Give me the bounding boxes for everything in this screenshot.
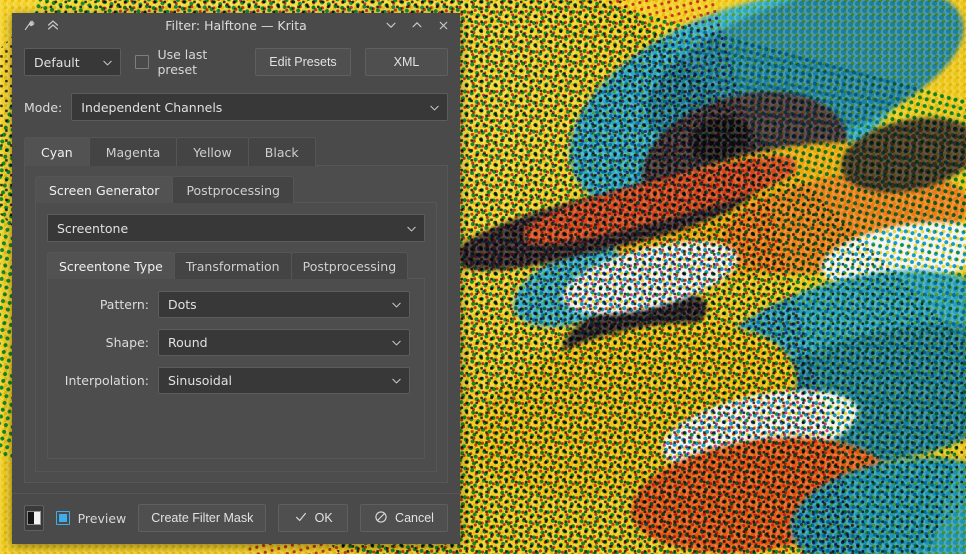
channel-tabs-container: Cyan Magenta Yellow Black Screen Generat… — [24, 137, 448, 483]
chevron-down-icon — [384, 374, 403, 387]
preview-checkbox[interactable]: Preview — [55, 510, 127, 526]
dialog-titlebar[interactable]: Filter: Halftone — Krita — [12, 13, 460, 37]
chevron-down-icon — [422, 101, 441, 114]
interpolation-select-value: Sinusoidal — [168, 373, 232, 388]
tab-magenta[interactable]: Magenta — [88, 137, 178, 166]
shape-select-value: Round — [168, 335, 208, 350]
close-icon[interactable] — [436, 18, 450, 32]
cancel-button-label: Cancel — [395, 511, 434, 525]
cancel-button[interactable]: Cancel — [360, 504, 448, 532]
shape-label: Shape: — [105, 335, 149, 350]
pattern-select-value: Dots — [168, 297, 197, 312]
chevron-down-icon — [384, 298, 403, 311]
chevron-down-icon — [384, 336, 403, 349]
tab-generator-postprocessing[interactable]: Postprocessing — [172, 176, 294, 203]
mode-row: Mode: Independent Channels — [24, 93, 448, 121]
edit-presets-button[interactable]: Edit Presets — [254, 48, 351, 76]
chevron-up-icon[interactable] — [410, 18, 424, 32]
tab-transformation[interactable]: Transformation — [173, 252, 292, 279]
split-square-icon — [26, 511, 41, 525]
pin-icon[interactable] — [22, 18, 36, 32]
pattern-label: Pattern: — [99, 297, 149, 312]
shape-select[interactable]: Round — [158, 329, 410, 356]
use-last-preset-label: Use last preset — [157, 47, 208, 77]
shape-field-row: Shape: Round — [62, 329, 410, 356]
ok-button-label: OK — [314, 511, 333, 525]
interpolation-label: Interpolation: — [64, 373, 149, 388]
generator-tabpane: Screentone Screentone Type Transformatio… — [35, 202, 437, 472]
dialog-body: Default Use last preset Edit Presets XML… — [12, 37, 460, 483]
chevron-down-icon — [95, 56, 114, 69]
chevron-down-icon — [399, 222, 418, 235]
tab-cyan[interactable]: Cyan — [24, 137, 90, 166]
pattern-select[interactable]: Dots — [158, 291, 410, 318]
generator-select-value: Screentone — [57, 220, 129, 236]
interpolation-field-row: Interpolation: Sinusoidal — [62, 367, 410, 394]
generator-tabbar: Screen Generator Postprocessing — [35, 176, 437, 203]
preset-select-value: Default — [34, 54, 80, 70]
no-entry-icon — [374, 510, 388, 527]
screentone-tabbar: Screentone Type Transformation Postproce… — [47, 252, 425, 279]
tab-screen-generator[interactable]: Screen Generator — [35, 176, 174, 203]
tab-yellow[interactable]: Yellow — [176, 137, 249, 166]
filter-halftone-dialog: Filter: Halftone — Krita Default Use las… — [12, 13, 460, 544]
preset-row: Default Use last preset Edit Presets XML — [24, 47, 448, 77]
checkbox-box — [135, 55, 150, 69]
screentone-tabpane: Pattern: Dots Shape: Round Interpolation… — [47, 278, 425, 459]
mode-label: Mode: — [24, 99, 63, 115]
channel-tabbar: Cyan Magenta Yellow Black — [24, 137, 448, 166]
preview-toggle-button[interactable] — [24, 505, 44, 531]
mode-select-value: Independent Channels — [81, 99, 223, 115]
check-icon — [294, 510, 308, 527]
xml-button[interactable]: XML — [364, 48, 448, 76]
tab-black[interactable]: Black — [247, 137, 316, 166]
preset-select[interactable]: Default — [24, 48, 122, 76]
generator-select[interactable]: Screentone — [47, 214, 425, 242]
tab-screentone-postprocessing[interactable]: Postprocessing — [290, 252, 409, 279]
checkbox-box — [55, 511, 70, 525]
preview-label: Preview — [77, 510, 127, 526]
tab-screentone-type[interactable]: Screentone Type — [47, 252, 175, 279]
generator-tabs-container: Screen Generator Postprocessing Screento… — [35, 176, 437, 472]
ok-button[interactable]: OK — [278, 504, 348, 532]
double-chevron-up-icon[interactable] — [46, 18, 60, 32]
interpolation-select[interactable]: Sinusoidal — [158, 367, 410, 394]
dialog-footer: Preview Create Filter Mask OK Cancel — [12, 493, 460, 544]
create-filter-mask-button[interactable]: Create Filter Mask — [138, 504, 267, 532]
screentone-tabs-container: Screentone Type Transformation Postproce… — [47, 252, 425, 459]
channel-tabpane-cyan: Screen Generator Postprocessing Screento… — [24, 165, 448, 483]
mode-select[interactable]: Independent Channels — [71, 93, 448, 121]
pattern-field-row: Pattern: Dots — [62, 291, 410, 318]
use-last-preset-checkbox[interactable]: Use last preset — [135, 47, 241, 77]
chevron-down-icon[interactable] — [384, 18, 398, 32]
